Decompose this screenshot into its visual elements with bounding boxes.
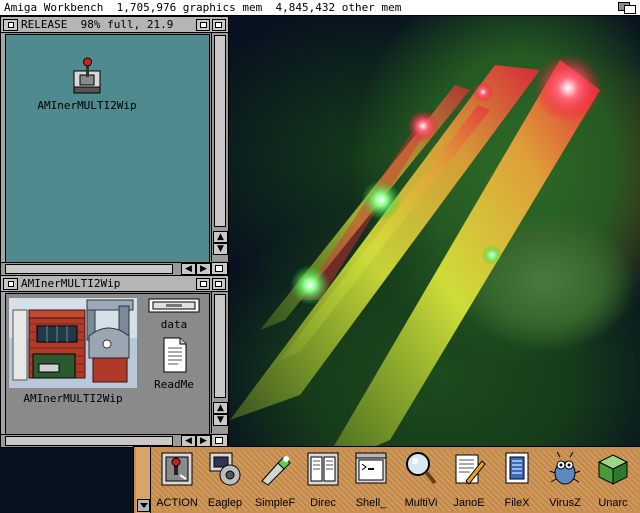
release-window-title: RELEASE 98% full, 21.9	[21, 18, 174, 31]
zoom-gadget[interactable]	[196, 19, 210, 31]
depth-gadget[interactable]	[212, 19, 226, 31]
dock-menu-icon[interactable]	[137, 499, 150, 512]
drawer-window-title: AMInerMULTI2Wip	[21, 277, 121, 290]
music-player-icon	[209, 452, 241, 486]
close-gadget[interactable]	[3, 278, 18, 290]
release-drawer-icon[interactable]: AMInerMULTI2Wip	[32, 57, 142, 112]
bug-icon	[549, 451, 581, 485]
flashlight-icon	[261, 456, 291, 486]
dock-item-shell[interactable]: Shell_	[346, 451, 396, 509]
dock-item-multiview[interactable]: MultiVi	[396, 451, 446, 509]
scroll-knob[interactable]	[214, 294, 226, 398]
dock-item-label: MultiVi	[404, 497, 438, 509]
scroll-left-arrow[interactable]: ◀	[181, 263, 196, 275]
depth-gadget[interactable]	[212, 278, 226, 290]
dock-item-label: FileX	[504, 497, 530, 509]
screen-title: Amiga Workbench 1,705,976 graphics mem 4…	[4, 1, 402, 14]
dock-item-label: Eaglep	[207, 497, 243, 509]
dock-item-virusz[interactable]: VirusZ	[540, 451, 590, 509]
dock-item-eagleplayer[interactable]: Eaglep	[200, 451, 250, 509]
dock-item-label: Unarc	[598, 497, 628, 509]
horizontal-scrollbar[interactable]: ◀ ▶	[1, 262, 212, 275]
vertical-scrollbar[interactable]: ▲ ▼	[211, 33, 228, 261]
dock-item-label: SimpleF	[254, 497, 296, 509]
dock-item-label: Shell_	[355, 497, 387, 509]
scroll-down-arrow[interactable]: ▼	[213, 414, 228, 426]
screen-title-bar[interactable]: Amiga Workbench 1,705,976 graphics mem 4…	[0, 0, 640, 16]
release-window-contents[interactable]: AMInerMULTI2Wip	[5, 34, 210, 264]
scroll-up-arrow[interactable]: ▲	[213, 402, 228, 414]
release-icon-label: AMInerMULTI2Wip	[37, 99, 137, 112]
joystick-icon	[161, 452, 193, 486]
readme-icon[interactable]: ReadMe	[146, 336, 202, 391]
hscroll-knob[interactable]	[5, 264, 173, 274]
readme-icon-label: ReadMe	[154, 378, 194, 391]
game-icon-label: AMInerMULTI2Wip	[23, 392, 123, 405]
document-icon	[163, 337, 187, 373]
filex-icon	[505, 452, 529, 484]
mine-building-icon	[9, 298, 137, 388]
editor-icon	[455, 454, 486, 485]
game-icon[interactable]: AMInerMULTI2Wip	[8, 298, 138, 405]
data-drawer-icon[interactable]: data	[146, 298, 202, 331]
drawer-window[interactable]: AMInerMULTI2Wip AMInerMULTI2Wip data Rea…	[0, 275, 229, 448]
hscroll-knob[interactable]	[5, 436, 173, 446]
dock-item-diropus[interactable]: Direc	[298, 451, 348, 509]
dock-item-filex[interactable]: FileX	[492, 451, 542, 509]
drawer-window-contents[interactable]: AMInerMULTI2Wip data ReadMe	[5, 293, 210, 436]
dock-item-action[interactable]: ACTION	[152, 451, 202, 509]
screen-depth-gadget[interactable]	[616, 1, 638, 14]
vertical-scrollbar[interactable]: ▲ ▼	[211, 292, 228, 433]
dock-item-unarc[interactable]: Unarc	[588, 451, 638, 509]
scroll-right-arrow[interactable]: ▶	[196, 263, 211, 275]
release-window[interactable]: RELEASE 98% full, 21.9 AMInerMULTI2Wip ▲…	[0, 16, 229, 276]
release-window-titlebar[interactable]: RELEASE 98% full, 21.9	[1, 17, 228, 33]
scroll-down-arrow[interactable]: ▼	[213, 243, 228, 255]
joystick-icon	[73, 57, 101, 94]
dock-item-label: ACTION	[156, 497, 198, 509]
data-icon-label: data	[160, 318, 188, 331]
dock-item-label: VirusZ	[549, 497, 581, 509]
dock-drag-bar[interactable]	[136, 447, 151, 513]
size-gadget[interactable]	[211, 262, 228, 275]
dock-item-janoeditor[interactable]: JanoE	[444, 451, 494, 509]
magnifier-icon	[406, 452, 437, 485]
drawer-icon	[148, 298, 200, 313]
dock-item-label: JanoE	[453, 497, 485, 509]
dock-item-simplefind[interactable]: SimpleF	[250, 451, 300, 509]
scroll-up-arrow[interactable]: ▲	[213, 231, 228, 243]
directory-opus-icon	[307, 452, 339, 486]
close-gadget[interactable]	[3, 19, 18, 31]
drawer-window-titlebar[interactable]: AMInerMULTI2Wip	[1, 276, 228, 292]
cube-icon	[597, 454, 629, 485]
dock-bar[interactable]: ACTION Eaglep SimpleF Direc Shell_ Multi…	[133, 446, 640, 513]
scroll-knob[interactable]	[214, 35, 226, 227]
shell-icon	[355, 452, 387, 484]
zoom-gadget[interactable]	[196, 278, 210, 290]
dock-item-label: Direc	[310, 497, 336, 509]
